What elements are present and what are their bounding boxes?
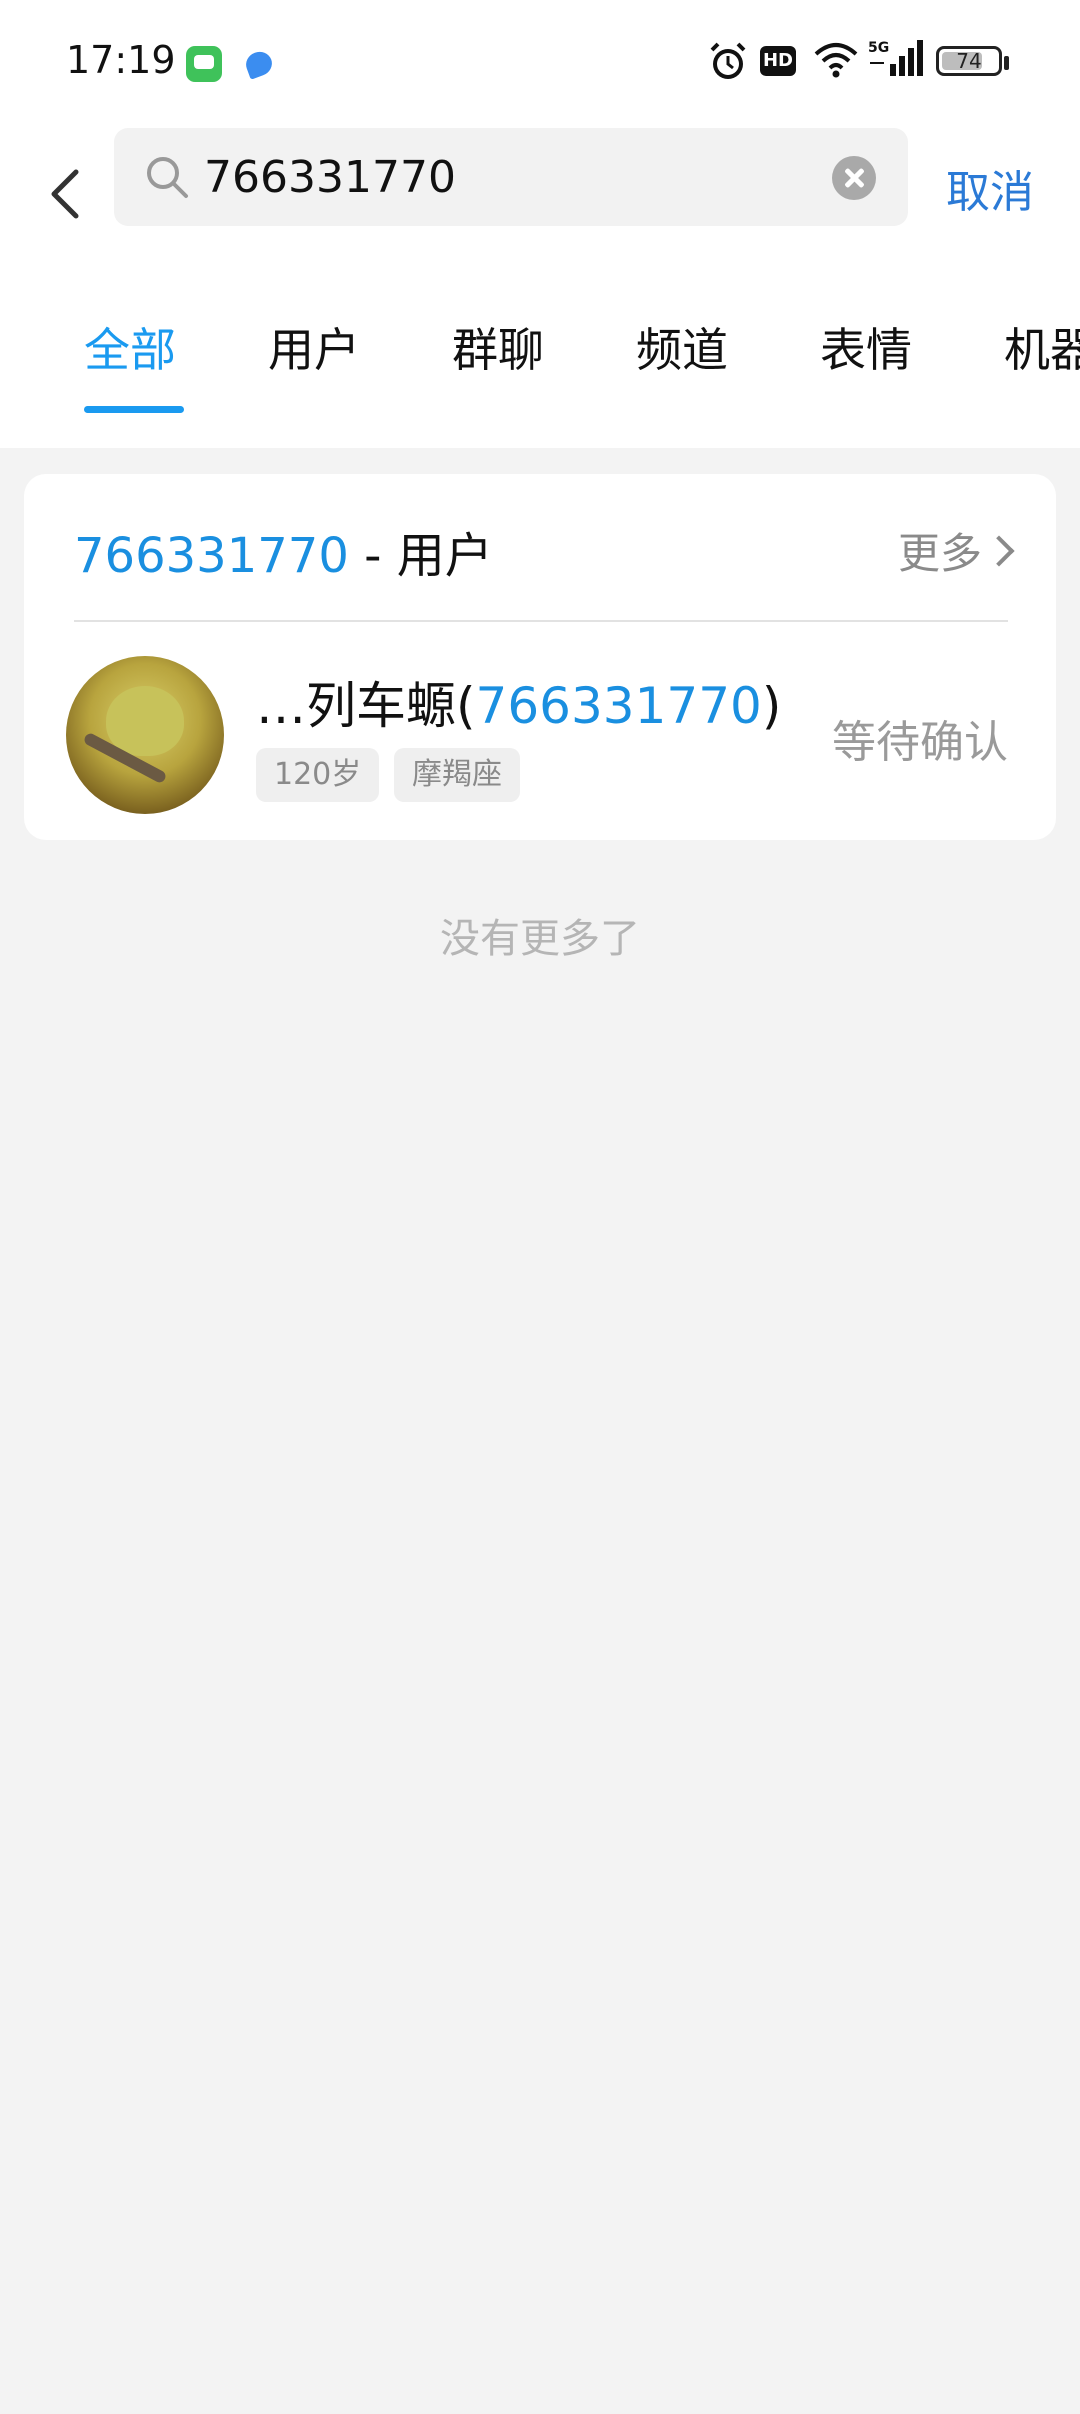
signal-icon: 5G [868,40,923,76]
section-title: 766331770 - 用户 [74,516,493,586]
tab-users[interactable]: 用户 [268,314,360,380]
section-title-query: 766331770 [74,528,349,584]
search-input[interactable] [204,128,824,226]
user-id-highlight: 766331770 [475,677,762,735]
clear-icon[interactable] [832,156,876,200]
divider [74,620,1008,622]
page: 17:19 HD 5G 74 766331770 取消 全部 用户 群聊 频道 … [0,0,1080,2414]
network-label: 5G [868,40,889,56]
tab-channels[interactable]: 频道 [636,314,728,380]
more-label: 更多 [897,529,982,578]
battery-level: 74 [956,49,982,73]
cancel-button[interactable]: 取消 [946,156,1034,220]
hd-icon: HD [760,46,796,76]
battery-cap [1004,56,1009,70]
status-time: 17:19 [66,38,176,82]
no-more-text: 没有更多了 [440,916,640,962]
chevron-right-icon [983,535,1015,567]
avatar[interactable] [66,656,224,814]
user-results-card: 766331770 - 用户 更多 …列车螈(766331770) 120岁 摩… [24,474,1056,840]
more-button[interactable]: 更多 [897,520,1015,581]
search-box[interactable] [114,128,908,226]
search-header: 取消 全部 用户 群聊 频道 表情 机器 [0,126,1080,448]
pending-status: 等待确认 [832,717,1008,768]
messages-app-icon [186,46,222,82]
tab-all[interactable]: 全部 [84,314,176,380]
search-icon [147,157,188,198]
tab-groups[interactable]: 群聊 [452,314,544,380]
user-name: …列车螈(766331770) [256,666,781,738]
user-name-suffix: ) [761,677,782,735]
section-title-suffix: - 用户 [348,528,493,584]
age-tag: 120岁 [256,748,380,802]
back-arrow-icon[interactable] [40,146,90,236]
zodiac-tag: 摩羯座 [394,748,520,802]
wifi-icon [814,43,858,78]
alarm-icon [710,42,746,79]
tab-stickers[interactable]: 表情 [820,314,912,380]
status-bar: 17:19 HD 5G 74 [0,0,1080,126]
active-tab-indicator [84,406,184,413]
user-name-prefix: …列车螈( [256,677,476,735]
battery-icon: 74 [936,46,1002,76]
tab-bots[interactable]: 机器 [1004,314,1080,380]
bird-app-icon [242,46,278,82]
